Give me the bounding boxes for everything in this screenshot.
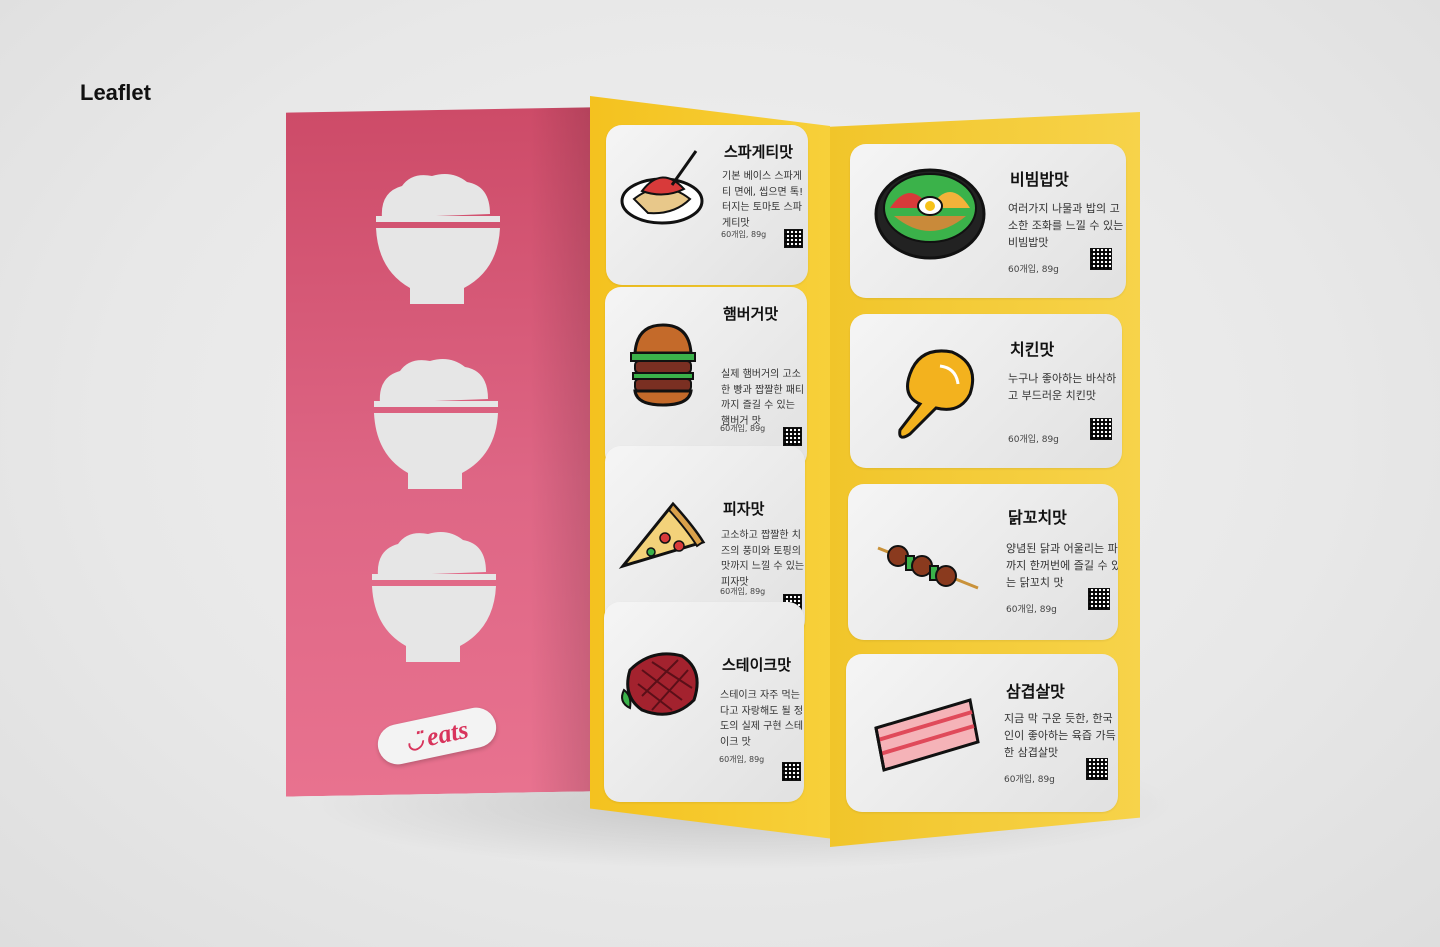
menu-description: 누구나 좋아하는 바삭하고 부드러운 치킨맛 [1008, 372, 1117, 403]
pork-belly-icon [874, 698, 980, 772]
steak-icon [621, 652, 699, 716]
menu-name: 닭꼬치맛 [1008, 508, 1067, 527]
menu-quantity: 60개입, 89g [721, 230, 767, 239]
menu-card-steak: 스테이크맛 스테이크 자주 먹는다고 자랑해도 될 정도의 실제 구현 스테이크… [604, 602, 804, 802]
chicken-skewer-icon [877, 545, 979, 590]
menu-card-bibimbap: 비빔밥맛 여러가지 나물과 밥의 고소한 조화를 느낄 수 있는 비빔밥맛 60… [850, 144, 1126, 298]
page-title: Leaflet [80, 80, 151, 105]
menu-description: 기본 베이스 스파게티 면에, 씹으면 톡! 터지는 토마토 스파게티맛 [722, 171, 804, 229]
menu-card-pork-belly: 삼겹살맛 지금 막 구운 듯한, 한국인이 좋아하는 육즙 가득한 삼겹살맛 6… [846, 654, 1118, 812]
menu-description: 실제 햄버거의 고소한 빵과 짭짤한 패티까지 즐길 수 있는 햄버거 맛 [721, 369, 805, 427]
rice-bowl-icon [374, 359, 498, 489]
menu-description: 스테이크 자주 먹는다고 자랑해도 될 정도의 실제 구현 스테이크 맛 [720, 690, 804, 748]
menu-quantity: 60개입, 89g [1008, 265, 1059, 275]
qr-code-icon [784, 229, 803, 248]
menu-description: 여러가지 나물과 밥의 고소한 조화를 느낄 수 있는 비빔밥맛 [1008, 202, 1124, 250]
menu-name: 피자맛 [723, 500, 765, 518]
menu-description: 양념된 닭과 어울리는 파까지 한꺼번에 즐길 수 있는 닭꼬치 맛 [1006, 542, 1118, 590]
menu-card-chicken-skewer: 닭꼬치맛 양념된 닭과 어울리는 파까지 한꺼번에 즐길 수 있는 닭꼬치 맛 … [848, 484, 1118, 640]
qr-code-icon [1090, 418, 1112, 440]
menu-name: 햄버거맛 [723, 305, 779, 323]
menu-quantity: 60개입, 89g [720, 424, 766, 433]
bibimbap-icon [874, 168, 986, 260]
menu-name: 치킨맛 [1010, 340, 1055, 359]
qr-code-icon [1088, 588, 1110, 610]
menu-card-spaghetti: 스파게티맛 기본 베이스 스파게티 면에, 씹으면 톡! 터지는 토마토 스파게… [606, 125, 808, 285]
menu-card-chicken: 치킨맛 누구나 좋아하는 바삭하고 부드러운 치킨맛 60개입, 89g [850, 314, 1122, 468]
menu-card-hamburger: 햄버거맛 실제 햄버거의 고소한 빵과 짭짤한 패티까지 즐길 수 있는 햄버거… [605, 287, 807, 469]
menu-quantity: 60개입, 89g [720, 587, 766, 596]
rice-bowl-icon [376, 174, 500, 304]
spaghetti-icon [620, 150, 704, 225]
menu-quantity: 60개입, 89g [1006, 605, 1057, 615]
menu-name: 스테이크맛 [722, 656, 792, 674]
rice-bowl-icon [372, 532, 496, 662]
qr-code-icon [783, 427, 802, 446]
menu-name: 삼겹살맛 [1006, 682, 1065, 701]
menu-name: 스파게티맛 [724, 143, 794, 161]
hamburger-icon [630, 323, 696, 407]
qr-code-icon [1086, 758, 1108, 780]
menu-description: 지금 막 구운 듯한, 한국인이 좋아하는 육즙 가득한 삼겹살맛 [1004, 712, 1116, 760]
menu-quantity: 60개입, 89g [1004, 775, 1055, 785]
menu-description: 고소하고 짭짤한 치즈의 풍미와 토핑의 맛까지 느낄 수 있는 피자맛 [721, 530, 805, 588]
smile-icon: ◡̈ [403, 728, 426, 754]
pizza-icon [618, 501, 706, 569]
menu-quantity: 60개입, 89g [1008, 435, 1059, 445]
qr-code-icon [1090, 248, 1112, 270]
qr-code-icon [782, 762, 801, 781]
menu-name: 비빔밥맛 [1010, 170, 1069, 189]
menu-quantity: 60개입, 89g [719, 755, 765, 764]
brand-name: eats [423, 714, 471, 752]
chicken-icon [898, 349, 975, 439]
